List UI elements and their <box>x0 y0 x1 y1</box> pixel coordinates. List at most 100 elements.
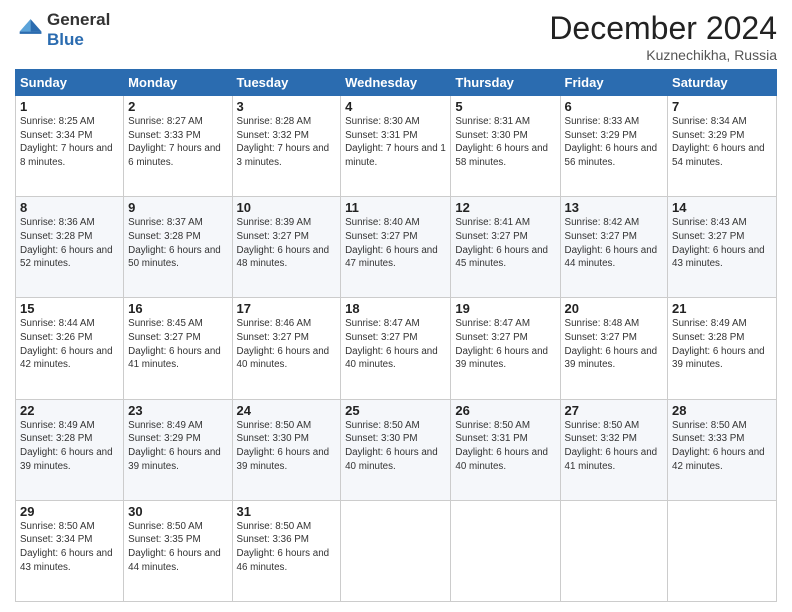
location: Kuznechikha, Russia <box>549 47 777 63</box>
day-detail: Sunrise: 8:50 AM Sunset: 3:33 PM Dayligh… <box>672 419 772 474</box>
calendar-cell: 27 Sunrise: 8:50 AM Sunset: 3:32 PM Dayl… <box>560 399 668 500</box>
page: General Blue December 2024 Kuznechikha, … <box>0 0 792 612</box>
day-number: 4 <box>345 99 446 114</box>
day-number: 18 <box>345 301 446 316</box>
calendar-cell: 12 Sunrise: 8:41 AM Sunset: 3:27 PM Dayl… <box>451 197 560 298</box>
day-number: 10 <box>237 200 337 215</box>
day-number: 7 <box>672 99 772 114</box>
calendar-cell <box>341 500 451 601</box>
calendar-cell: 29 Sunrise: 8:50 AM Sunset: 3:34 PM Dayl… <box>16 500 124 601</box>
calendar-cell: 20 Sunrise: 8:48 AM Sunset: 3:27 PM Dayl… <box>560 298 668 399</box>
day-detail: Sunrise: 8:36 AM Sunset: 3:28 PM Dayligh… <box>20 216 119 271</box>
day-detail: Sunrise: 8:49 AM Sunset: 3:29 PM Dayligh… <box>128 419 227 474</box>
month-title: December 2024 <box>549 10 777 47</box>
calendar-cell: 13 Sunrise: 8:42 AM Sunset: 3:27 PM Dayl… <box>560 197 668 298</box>
title-block: December 2024 Kuznechikha, Russia <box>549 10 777 63</box>
day-detail: Sunrise: 8:48 AM Sunset: 3:27 PM Dayligh… <box>565 317 664 372</box>
calendar-cell: 2 Sunrise: 8:27 AM Sunset: 3:33 PM Dayli… <box>124 96 232 197</box>
day-detail: Sunrise: 8:34 AM Sunset: 3:29 PM Dayligh… <box>672 115 772 170</box>
header-row: Sunday Monday Tuesday Wednesday Thursday… <box>16 70 777 96</box>
day-number: 5 <box>455 99 555 114</box>
calendar-table: Sunday Monday Tuesday Wednesday Thursday… <box>15 69 777 602</box>
calendar-cell <box>451 500 560 601</box>
day-number: 2 <box>128 99 227 114</box>
day-number: 3 <box>237 99 337 114</box>
day-number: 17 <box>237 301 337 316</box>
day-number: 24 <box>237 403 337 418</box>
day-number: 25 <box>345 403 446 418</box>
col-monday: Monday <box>124 70 232 96</box>
calendar-cell: 16 Sunrise: 8:45 AM Sunset: 3:27 PM Dayl… <box>124 298 232 399</box>
week-row-2: 8 Sunrise: 8:36 AM Sunset: 3:28 PM Dayli… <box>16 197 777 298</box>
calendar-cell: 14 Sunrise: 8:43 AM Sunset: 3:27 PM Dayl… <box>668 197 777 298</box>
calendar-cell: 15 Sunrise: 8:44 AM Sunset: 3:26 PM Dayl… <box>16 298 124 399</box>
day-detail: Sunrise: 8:47 AM Sunset: 3:27 PM Dayligh… <box>455 317 555 372</box>
calendar-cell <box>560 500 668 601</box>
day-number: 8 <box>20 200 119 215</box>
week-row-3: 15 Sunrise: 8:44 AM Sunset: 3:26 PM Dayl… <box>16 298 777 399</box>
header: General Blue December 2024 Kuznechikha, … <box>15 10 777 63</box>
col-friday: Friday <box>560 70 668 96</box>
day-detail: Sunrise: 8:50 AM Sunset: 3:36 PM Dayligh… <box>237 520 337 575</box>
calendar-cell: 5 Sunrise: 8:31 AM Sunset: 3:30 PM Dayli… <box>451 96 560 197</box>
day-detail: Sunrise: 8:27 AM Sunset: 3:33 PM Dayligh… <box>128 115 227 170</box>
calendar-cell: 6 Sunrise: 8:33 AM Sunset: 3:29 PM Dayli… <box>560 96 668 197</box>
day-detail: Sunrise: 8:33 AM Sunset: 3:29 PM Dayligh… <box>565 115 664 170</box>
day-number: 6 <box>565 99 664 114</box>
day-number: 19 <box>455 301 555 316</box>
day-detail: Sunrise: 8:46 AM Sunset: 3:27 PM Dayligh… <box>237 317 337 372</box>
day-detail: Sunrise: 8:31 AM Sunset: 3:30 PM Dayligh… <box>455 115 555 170</box>
week-row-5: 29 Sunrise: 8:50 AM Sunset: 3:34 PM Dayl… <box>16 500 777 601</box>
day-detail: Sunrise: 8:45 AM Sunset: 3:27 PM Dayligh… <box>128 317 227 372</box>
day-detail: Sunrise: 8:50 AM Sunset: 3:30 PM Dayligh… <box>345 419 446 474</box>
calendar-cell: 28 Sunrise: 8:50 AM Sunset: 3:33 PM Dayl… <box>668 399 777 500</box>
col-saturday: Saturday <box>668 70 777 96</box>
day-detail: Sunrise: 8:43 AM Sunset: 3:27 PM Dayligh… <box>672 216 772 271</box>
calendar-cell: 17 Sunrise: 8:46 AM Sunset: 3:27 PM Dayl… <box>232 298 341 399</box>
day-detail: Sunrise: 8:47 AM Sunset: 3:27 PM Dayligh… <box>345 317 446 372</box>
day-number: 26 <box>455 403 555 418</box>
day-number: 21 <box>672 301 772 316</box>
calendar-cell: 31 Sunrise: 8:50 AM Sunset: 3:36 PM Dayl… <box>232 500 341 601</box>
day-number: 29 <box>20 504 119 519</box>
day-number: 31 <box>237 504 337 519</box>
calendar-cell: 3 Sunrise: 8:28 AM Sunset: 3:32 PM Dayli… <box>232 96 341 197</box>
calendar-cell: 23 Sunrise: 8:49 AM Sunset: 3:29 PM Dayl… <box>124 399 232 500</box>
day-detail: Sunrise: 8:50 AM Sunset: 3:32 PM Dayligh… <box>565 419 664 474</box>
day-detail: Sunrise: 8:49 AM Sunset: 3:28 PM Dayligh… <box>672 317 772 372</box>
col-sunday: Sunday <box>16 70 124 96</box>
col-wednesday: Wednesday <box>341 70 451 96</box>
day-number: 9 <box>128 200 227 215</box>
calendar-cell: 9 Sunrise: 8:37 AM Sunset: 3:28 PM Dayli… <box>124 197 232 298</box>
calendar-cell: 24 Sunrise: 8:50 AM Sunset: 3:30 PM Dayl… <box>232 399 341 500</box>
day-detail: Sunrise: 8:28 AM Sunset: 3:32 PM Dayligh… <box>237 115 337 170</box>
day-detail: Sunrise: 8:41 AM Sunset: 3:27 PM Dayligh… <box>455 216 555 271</box>
col-thursday: Thursday <box>451 70 560 96</box>
col-tuesday: Tuesday <box>232 70 341 96</box>
day-number: 20 <box>565 301 664 316</box>
day-detail: Sunrise: 8:42 AM Sunset: 3:27 PM Dayligh… <box>565 216 664 271</box>
calendar-cell: 8 Sunrise: 8:36 AM Sunset: 3:28 PM Dayli… <box>16 197 124 298</box>
week-row-4: 22 Sunrise: 8:49 AM Sunset: 3:28 PM Dayl… <box>16 399 777 500</box>
calendar-cell: 21 Sunrise: 8:49 AM Sunset: 3:28 PM Dayl… <box>668 298 777 399</box>
day-number: 15 <box>20 301 119 316</box>
day-number: 22 <box>20 403 119 418</box>
day-number: 16 <box>128 301 227 316</box>
day-detail: Sunrise: 8:37 AM Sunset: 3:28 PM Dayligh… <box>128 216 227 271</box>
day-number: 23 <box>128 403 227 418</box>
calendar-cell: 1 Sunrise: 8:25 AM Sunset: 3:34 PM Dayli… <box>16 96 124 197</box>
day-number: 28 <box>672 403 772 418</box>
day-detail: Sunrise: 8:50 AM Sunset: 3:31 PM Dayligh… <box>455 419 555 474</box>
logo-icon <box>15 16 43 44</box>
day-number: 1 <box>20 99 119 114</box>
calendar-cell: 18 Sunrise: 8:47 AM Sunset: 3:27 PM Dayl… <box>341 298 451 399</box>
day-detail: Sunrise: 8:50 AM Sunset: 3:35 PM Dayligh… <box>128 520 227 575</box>
logo: General Blue <box>15 10 110 49</box>
day-detail: Sunrise: 8:25 AM Sunset: 3:34 PM Dayligh… <box>20 115 119 170</box>
calendar-cell: 26 Sunrise: 8:50 AM Sunset: 3:31 PM Dayl… <box>451 399 560 500</box>
day-detail: Sunrise: 8:49 AM Sunset: 3:28 PM Dayligh… <box>20 419 119 474</box>
calendar-cell: 11 Sunrise: 8:40 AM Sunset: 3:27 PM Dayl… <box>341 197 451 298</box>
day-detail: Sunrise: 8:44 AM Sunset: 3:26 PM Dayligh… <box>20 317 119 372</box>
calendar-cell: 4 Sunrise: 8:30 AM Sunset: 3:31 PM Dayli… <box>341 96 451 197</box>
calendar-cell: 30 Sunrise: 8:50 AM Sunset: 3:35 PM Dayl… <box>124 500 232 601</box>
